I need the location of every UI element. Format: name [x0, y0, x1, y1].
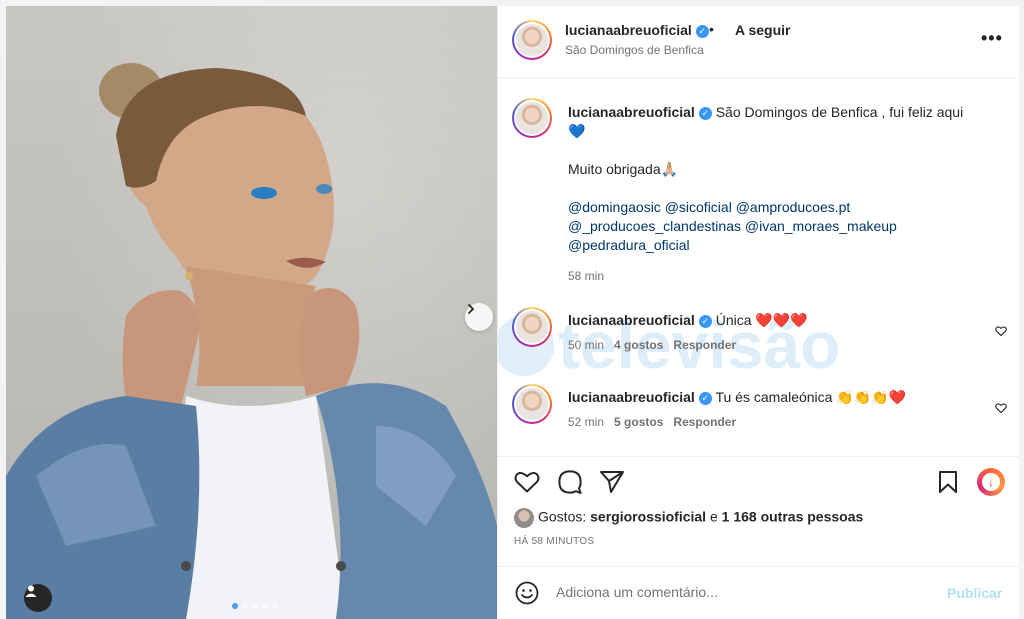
bookmark-icon[interactable] [938, 470, 958, 494]
caption-mentions-1[interactable]: @domingaosic @sicoficial @amproducoes.pt [568, 198, 1008, 217]
chevron-right-icon [468, 304, 475, 314]
header-separator: • [709, 21, 714, 37]
verified-icon: ✓ [698, 106, 712, 120]
caption-emoji: 💙 [568, 123, 586, 139]
likes-connector: e [709, 508, 718, 525]
likes-others[interactable]: 1 168 outras pessoas [722, 509, 864, 525]
comment-reply[interactable]: Responder [673, 338, 736, 352]
verified-icon: ✓ [695, 24, 709, 38]
carousel-dot [252, 603, 258, 609]
caption-time[interactable]: 58 min [568, 269, 1008, 283]
post-header: lucianaabreuoficial ✓ • A seguir São Domi… [498, 6, 1019, 78]
caption-mentions-2[interactable]: @_producoes_clandestinas @ivan_moraes_ma… [568, 217, 1008, 236]
heart-icon[interactable] [514, 470, 540, 494]
header-username[interactable]: lucianaabreuoficial ✓ [565, 22, 709, 38]
carousel-dots [232, 603, 278, 609]
download-extension-icon[interactable]: ↓ [977, 468, 1005, 496]
comment: lucianaabreuoficial ✓ Tu és camaleónica 👏… [568, 388, 968, 429]
caption-mentions-3[interactable]: @pedradura_oficial [568, 236, 1008, 255]
following-button[interactable]: A seguir [735, 22, 791, 38]
header-username-text[interactable]: lucianaabreuoficial [565, 22, 692, 38]
liker-avatar[interactable] [514, 508, 534, 528]
carousel-dot [242, 603, 248, 609]
post-timestamp[interactable]: HÁ 58 MINUTOS [514, 536, 594, 547]
liker-username[interactable]: sergiorossioficial [590, 509, 706, 525]
location-link[interactable]: São Domingos de Benfica [565, 43, 704, 57]
emoji-icon[interactable] [515, 581, 539, 605]
comments-scroll-area[interactable]: televisão lucianaabreuoficial ✓ São Domin… [498, 78, 1019, 456]
verified-icon: ✓ [698, 391, 712, 405]
verified-icon: ✓ [698, 314, 712, 328]
comment-text: Única ❤️❤️❤️ [715, 312, 808, 328]
app-frame: lucianaabreuoficial ✓ • A seguir São Domi… [0, 0, 1024, 619]
comment-icon[interactable] [557, 469, 583, 495]
comment-reply[interactable]: Responder [673, 415, 736, 429]
caption-avatar[interactable] [512, 98, 552, 138]
photo-illustration [6, 63, 497, 619]
caption-thanks: Muito obrigada🙏🏼 [568, 161, 679, 177]
add-comment-input[interactable] [556, 584, 926, 600]
more-icon[interactable]: ••• [981, 28, 1003, 49]
post-photo[interactable] [6, 6, 497, 619]
comment-time[interactable]: 52 min [568, 415, 604, 429]
share-icon[interactable] [599, 470, 625, 494]
add-comment-bar: Publicar [498, 566, 1019, 619]
post-details-panel: lucianaabreuoficial ✓ • A seguir São Domi… [497, 6, 1019, 619]
user-tag-button[interactable] [24, 584, 52, 612]
comment-avatar[interactable] [512, 384, 552, 424]
carousel-dot [262, 603, 268, 609]
likes-summary: Gostos: sergiorossioficial e 1 168 outra… [514, 508, 863, 528]
comment-text: Tu és camaleónica 👏👏👏❤️ [715, 389, 907, 405]
comment-likes[interactable]: 5 gostos [614, 415, 663, 429]
comment-like-icon[interactable] [995, 402, 1007, 414]
comment-username[interactable]: lucianaabreuoficial [568, 389, 695, 405]
caption-block: lucianaabreuoficial ✓ São Domingos de Ben… [568, 103, 1008, 283]
comment-avatar[interactable] [512, 307, 552, 347]
likes-prefix: Gostos: [538, 508, 587, 525]
comment-username[interactable]: lucianaabreuoficial [568, 312, 695, 328]
action-bar: ↓ [498, 456, 1019, 506]
comment-like-icon[interactable] [995, 325, 1007, 337]
comment-likes[interactable]: 4 gostos [614, 338, 663, 352]
comment: lucianaabreuoficial ✓ Única ❤️❤️❤️ 50 min… [568, 311, 968, 352]
carousel-dot-active [232, 603, 238, 609]
publish-button[interactable]: Publicar [947, 585, 1002, 601]
next-photo-button[interactable] [465, 303, 493, 331]
user-tag-icon [25, 585, 37, 597]
carousel-dot [272, 603, 278, 609]
caption-text: São Domingos de Benfica , fui feliz aqui [715, 104, 964, 120]
comment-time[interactable]: 50 min [568, 338, 604, 352]
avatar[interactable] [512, 20, 552, 60]
caption-username[interactable]: lucianaabreuoficial [568, 104, 695, 120]
